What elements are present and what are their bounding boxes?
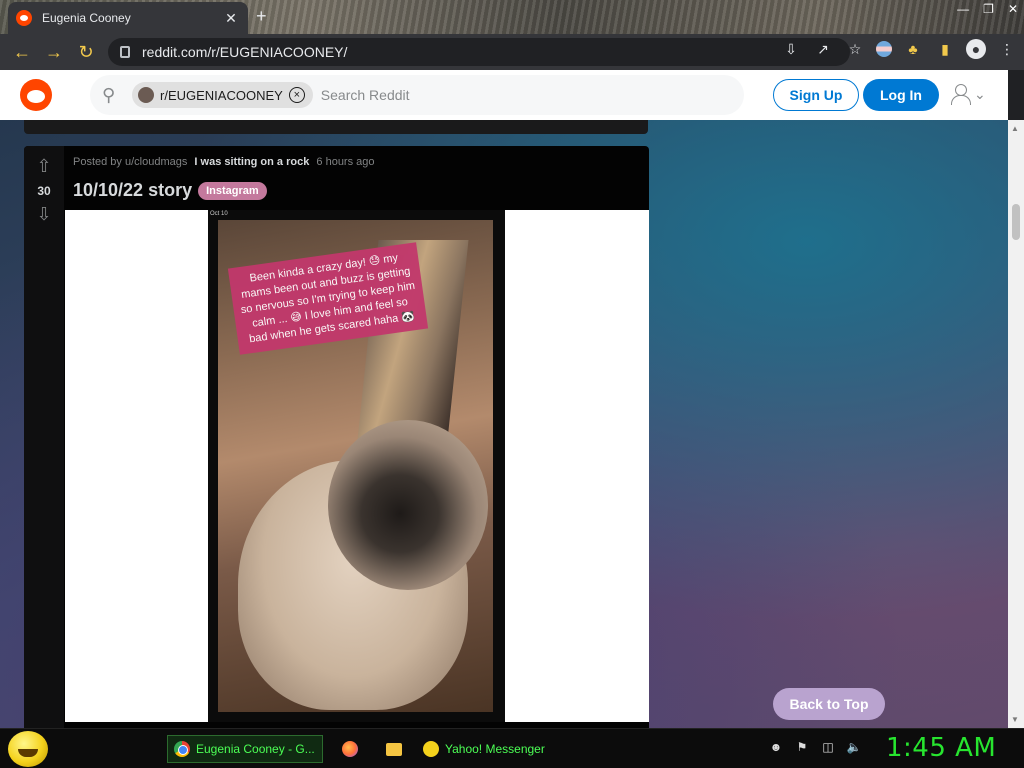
scroll-thumb[interactable] [1012, 204, 1020, 240]
tab-title: Eugenia Cooney [42, 11, 131, 25]
folder-icon [386, 742, 402, 756]
user-icon [950, 83, 971, 105]
back-to-top-button[interactable]: Back to Top [773, 688, 885, 720]
chip-close-icon[interactable]: × [288, 87, 305, 103]
reload-icon[interactable]: ↻ [70, 36, 102, 68]
taskbar-item-label: Yahoo! Messenger [445, 742, 545, 756]
reddit-logo-icon[interactable] [20, 79, 52, 111]
new-tab-button[interactable]: + [256, 6, 267, 27]
taskbar-clock[interactable]: 1:45 AM [886, 733, 996, 763]
vote-count: 30 [37, 184, 51, 198]
close-window-icon[interactable]: ✕ [1008, 2, 1018, 16]
media-date: Oct 10 [210, 211, 228, 217]
tray-flag-icon[interactable]: ⚑ [794, 739, 810, 755]
toolbar-actions: ⇩ ↗ ☆ ♣ ▮ ● ⋮ [780, 38, 1018, 60]
post-meta: Posted by u/cloudmags I was sitting on a… [73, 156, 375, 168]
post-flair[interactable]: Instagram [198, 181, 267, 200]
search-bar[interactable]: ⚲ r/EUGENIACOONEY × [90, 75, 744, 115]
search-icon: ⚲ [102, 84, 116, 105]
sign-up-button[interactable]: Sign Up [773, 79, 859, 111]
forward-arrow-icon[interactable]: → [38, 36, 70, 68]
taskbar-item-label: Eugenia Cooney - G... [196, 742, 315, 756]
share-icon[interactable]: ↗ [812, 38, 834, 60]
taskbar-item-yahoo[interactable]: Yahoo! Messenger [417, 735, 575, 763]
back-arrow-icon[interactable]: ← [6, 36, 38, 68]
taskbar: Eugenia Cooney - G... Yahoo! Messenger ☻… [0, 728, 1024, 768]
user-flair: I was sitting on a rock [194, 156, 310, 168]
restore-icon[interactable]: ❐ [983, 2, 994, 16]
profile-icon[interactable]: ● [966, 39, 986, 59]
upvote-icon[interactable]: ⇧ [34, 156, 54, 176]
tray-emoji-icon[interactable]: ☻ [768, 739, 784, 755]
url-text: reddit.com/r/EUGENIACOONEY/ [142, 44, 348, 60]
window-titlebar: Eugenia Cooney ✕ + — ❐ ✕ [0, 0, 1024, 34]
post-card[interactable]: ⇧ 30 ⇩ Posted by u/cloudmags I was sitti… [24, 146, 649, 728]
reddit-favicon-icon [16, 10, 32, 26]
vote-column: ⇧ 30 ⇩ [24, 146, 64, 728]
chrome-icon [174, 741, 190, 757]
log-in-button[interactable]: Log In [863, 79, 939, 111]
post-title-row: 10/10/22 story Instagram [73, 180, 267, 201]
taskbar-item-firefox[interactable] [336, 735, 364, 763]
start-button[interactable] [8, 731, 48, 767]
window-controls: — ❐ ✕ [957, 0, 1018, 16]
browser-toolbar: ← → ↻ reddit.com/r/EUGENIACOONEY/ ⇩ ↗ ☆ … [0, 34, 1024, 70]
download-icon[interactable]: ⇩ [780, 38, 802, 60]
photo-pug-face [328, 420, 488, 590]
subreddit-chip-label: r/EUGENIACOONEY [160, 87, 283, 103]
minimize-icon[interactable]: — [957, 2, 969, 16]
subreddit-avatar [138, 87, 154, 103]
network-icon[interactable]: ◫ [820, 739, 836, 755]
user-menu[interactable]: ⌄ [950, 83, 986, 105]
reddit-header: ⚲ r/EUGENIACOONEY × Sign Up Log In ⌄ [0, 70, 1008, 120]
volume-icon[interactable]: 🔈 [846, 739, 862, 755]
post-media[interactable]: Oct 10 Been kinda a crazy day! 😓 my mams… [208, 210, 505, 722]
post-time: 6 hours ago [316, 156, 375, 168]
taskbar-item-chrome[interactable]: Eugenia Cooney - G... [167, 735, 323, 763]
extension-icon[interactable]: ♣ [902, 38, 924, 60]
yahoo-messenger-icon [423, 741, 439, 757]
post-title[interactable]: 10/10/22 story [73, 180, 192, 201]
tab-close-icon[interactable]: ✕ [222, 10, 240, 27]
sidebar-icon[interactable]: ▮ [934, 38, 956, 60]
lock-icon [120, 46, 130, 58]
posted-by[interactable]: Posted by u/cloudmags [73, 156, 187, 168]
page-background: ⇧ 30 ⇩ Posted by u/cloudmags I was sitti… [0, 120, 1008, 728]
subreddit-chip: r/EUGENIACOONEY × [132, 82, 313, 108]
browser-tab[interactable]: Eugenia Cooney ✕ [8, 2, 248, 34]
scroll-down-icon[interactable]: ▼ [1011, 715, 1019, 724]
firefox-icon [342, 741, 358, 757]
page-scrollbar[interactable]: ▲ ▼ [1008, 120, 1024, 728]
previous-post [24, 120, 648, 134]
scroll-up-icon[interactable]: ▲ [1011, 124, 1019, 133]
flag-extension-icon[interactable] [876, 41, 892, 57]
story-photo: Been kinda a crazy day! 😓 my mams been o… [218, 220, 493, 712]
system-tray: ☻ ⚑ ◫ 🔈 [768, 739, 862, 755]
search-input[interactable] [320, 87, 744, 103]
downvote-icon[interactable]: ⇩ [34, 204, 54, 224]
post-media-container: Oct 10 Been kinda a crazy day! 😓 my mams… [65, 210, 649, 722]
chevron-down-icon: ⌄ [974, 85, 986, 102]
address-bar[interactable]: reddit.com/r/EUGENIACOONEY/ [108, 38, 850, 66]
menu-icon[interactable]: ⋮ [996, 38, 1018, 60]
star-icon[interactable]: ☆ [844, 38, 866, 60]
taskbar-item-explorer[interactable] [380, 735, 408, 763]
